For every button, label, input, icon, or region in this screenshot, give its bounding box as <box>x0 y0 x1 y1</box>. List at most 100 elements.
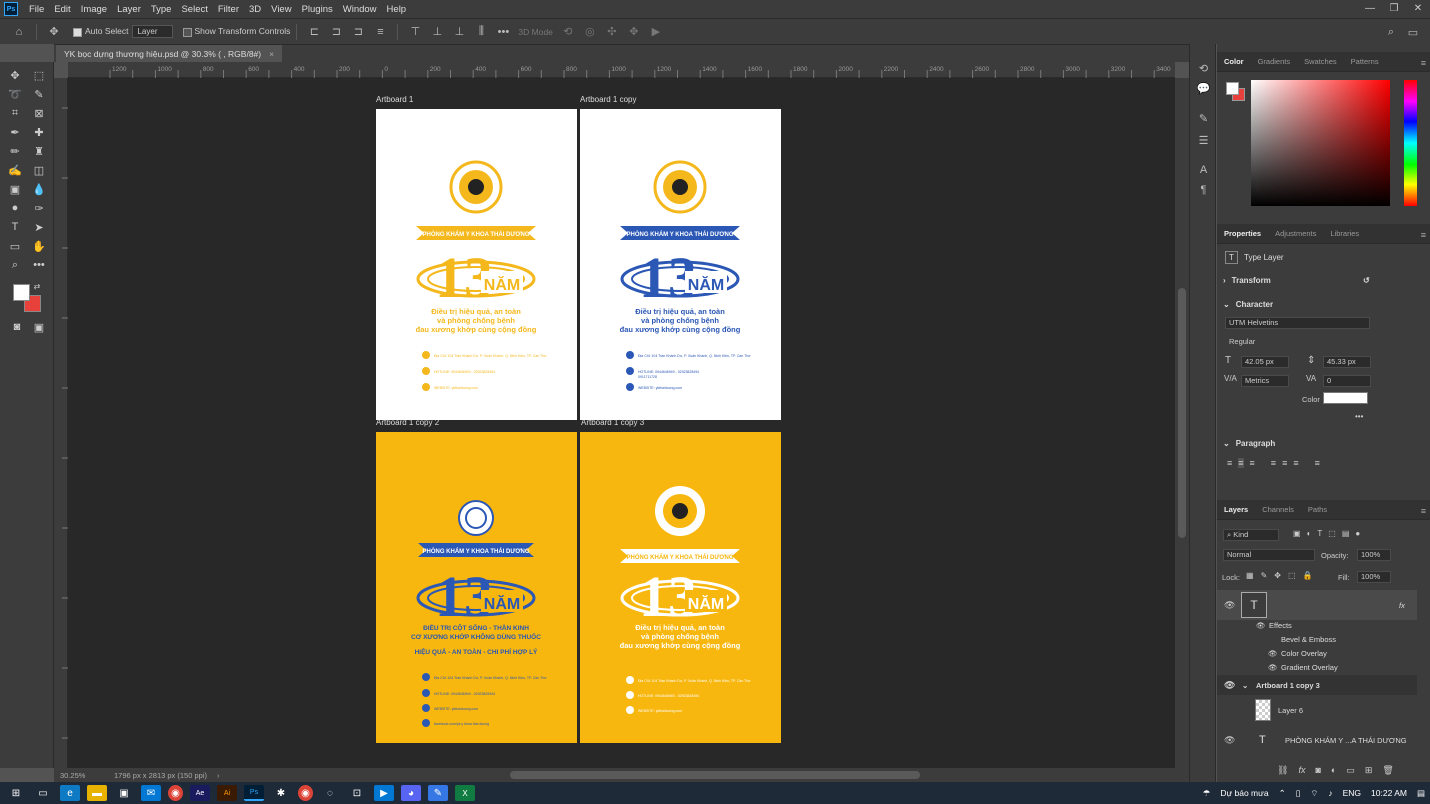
type-tool-icon[interactable]: T <box>5 218 25 236</box>
tab-color[interactable]: Color <box>1217 57 1251 71</box>
filter-toggle-icon[interactable]: ● <box>1355 529 1360 538</box>
vertical-scroll-thumb[interactable] <box>1178 288 1186 538</box>
align-right-text-icon[interactable]: ≡ <box>1250 458 1255 468</box>
tab-libraries[interactable]: Libraries <box>1323 229 1366 243</box>
visibility-eye-icon[interactable]: 👁 <box>1224 735 1235 746</box>
menu-file[interactable]: File <box>24 4 49 15</box>
artboard-1-copy-3[interactable]: PHÒNG KHÁM Y KHOA THÁI DƯƠNG 13 NĂM Điều… <box>580 432 781 743</box>
transform-section[interactable]: › Transform ↺ <box>1223 276 1430 285</box>
layer-6-row[interactable]: Layer 6 <box>1217 697 1417 723</box>
foreground-color-swatch[interactable] <box>13 284 30 301</box>
windows-start-icon[interactable]: ⊞ <box>6 785 26 801</box>
align-vertical-icon[interactable]: ≡ <box>371 23 389 41</box>
blend-mode-select[interactable]: Normal <box>1223 549 1315 561</box>
link-layers-icon[interactable]: ⛓ <box>1277 765 1288 776</box>
artboard-group-row[interactable]: 👁 ⌄ Artboard 1 copy 3 <box>1217 675 1417 695</box>
adjustments-icon[interactable]: ☰ <box>1195 134 1212 149</box>
effects-row[interactable]: 👁 Effects <box>1217 618 1417 632</box>
hand-tool-icon[interactable]: ✋ <box>29 237 49 255</box>
capture-icon[interactable]: ⊡ <box>347 785 367 801</box>
font-family-select[interactable]: UTM Helvetins <box>1225 317 1370 329</box>
justify-all-icon[interactable]: ≡ <box>1315 458 1320 468</box>
menu-window[interactable]: Window <box>338 4 382 15</box>
new-layer-icon[interactable]: ⊞ <box>1365 765 1373 776</box>
discord-icon[interactable]: ◕ <box>401 785 421 801</box>
align-left-text-icon[interactable]: ≡ <box>1227 458 1232 468</box>
distribute-icon[interactable]: ⫼ <box>472 23 490 41</box>
close-window-button[interactable]: ✕ <box>1406 0 1430 18</box>
chevron-down-icon[interactable]: ⌄ <box>1242 681 1248 690</box>
frame-tool-icon[interactable]: ⊠ <box>29 104 49 122</box>
history-icon[interactable]: ⟲ <box>1195 62 1212 77</box>
character-section[interactable]: ⌄ Character <box>1223 300 1430 309</box>
filter-adjustment-icon[interactable]: ◐ <box>1307 529 1312 538</box>
artboard-1-copy[interactable]: PHÒNG KHÁM Y KHOA THÁI DƯƠNG 13 NĂM Điều… <box>580 109 781 420</box>
screen-mode-icon[interactable]: ▣ <box>29 318 49 336</box>
effect-eye-icon[interactable]: 👁 <box>1268 663 1278 672</box>
fx-icon[interactable]: fx <box>1399 601 1405 610</box>
notifications-icon[interactable]: ▤ <box>1417 788 1425 799</box>
hue-slider[interactable] <box>1404 80 1417 206</box>
menu-select[interactable]: Select <box>176 4 212 15</box>
visibility-eye-icon[interactable]: 👁 <box>1224 680 1235 691</box>
lock-position-icon[interactable]: ✥ <box>1274 571 1281 580</box>
character-icon[interactable]: A <box>1195 164 1212 179</box>
tab-patterns[interactable]: Patterns <box>1344 57 1386 71</box>
blur-tool-icon[interactable]: 💧 <box>29 180 49 198</box>
battery-icon[interactable]: ▯ <box>1296 788 1301 799</box>
brush-tool-icon[interactable]: ✏ <box>5 142 25 160</box>
eyedropper-tool-icon[interactable]: ✒ <box>5 123 25 141</box>
file-explorer-icon[interactable]: ▬ <box>87 785 107 801</box>
illustrator-icon[interactable]: Ai <box>217 785 237 801</box>
quick-select-tool-icon[interactable]: ✎ <box>29 85 49 103</box>
new-adjustment-icon[interactable]: ◐ <box>1331 765 1336 776</box>
document-tab[interactable]: YK bọc dựng thương hiệu.psd @ 30.3% ( , … <box>56 45 283 63</box>
delete-layer-icon[interactable]: 🗑 <box>1382 765 1393 776</box>
menu-type[interactable]: Type <box>146 4 177 15</box>
paragraph-section[interactable]: ⌄ Paragraph <box>1223 439 1430 448</box>
workspace-icon[interactable]: ▭ <box>1404 23 1422 41</box>
opacity-field[interactable]: 100% <box>1357 549 1391 561</box>
text-layer-row[interactable]: 👁 T PHÒNG KHÁM Y ...A THÁI DƯƠNG <box>1217 727 1417 753</box>
lock-pixels-icon[interactable]: ✎ <box>1261 571 1268 580</box>
zalo-icon[interactable]: ▶ <box>374 785 394 801</box>
tab-gradients[interactable]: Gradients <box>1251 57 1298 71</box>
effect-eye-icon[interactable]: 👁 <box>1268 649 1278 658</box>
leading-field[interactable]: 45.33 px <box>1323 356 1371 368</box>
tracking-field[interactable]: 0 <box>1323 375 1371 387</box>
chrome-icon[interactable]: ◉ <box>168 785 183 801</box>
add-style-icon[interactable]: fx <box>1298 765 1305 776</box>
lock-all-icon[interactable]: 🔒 <box>1303 571 1313 580</box>
photoshop-taskbar-icon[interactable]: Ps <box>244 785 264 801</box>
crop-tool-icon[interactable]: ⌗ <box>5 104 25 122</box>
menu-layer[interactable]: Layer <box>112 4 146 15</box>
menu-view[interactable]: View <box>266 4 296 15</box>
pan-3d-icon[interactable]: ✣ <box>603 23 621 41</box>
dodge-tool-icon[interactable]: ● <box>5 199 25 217</box>
align-top-icon[interactable]: ⊤ <box>406 23 424 41</box>
add-mask-icon[interactable]: ◙ <box>1315 765 1320 776</box>
brush-settings-icon[interactable]: ✎ <box>1195 112 1212 127</box>
camera-3d-icon[interactable]: ▶ <box>647 23 665 41</box>
swap-colors-icon[interactable]: ⇄ <box>31 280 43 292</box>
chevron-up-icon[interactable]: ⌃ <box>1279 788 1286 799</box>
artboard-1-copy-label[interactable]: Artboard 1 copy <box>580 95 636 104</box>
clock[interactable]: 10:22 AM <box>1371 788 1407 798</box>
align-right-icon[interactable]: ⊐ <box>349 23 367 41</box>
stamp-tool-icon[interactable]: ♜ <box>29 142 49 160</box>
effect-bevel-row[interactable]: Bevel & Emboss <box>1217 632 1417 646</box>
network-icon[interactable]: ⌔ <box>1310 788 1318 799</box>
justify-left-icon[interactable]: ≡ <box>1271 458 1276 468</box>
volume-icon[interactable]: ♪ <box>1328 788 1332 798</box>
menu-3d[interactable]: 3D <box>244 4 266 15</box>
paragraph-icon[interactable]: ¶ <box>1195 184 1212 199</box>
task-view-icon[interactable]: ▭ <box>33 785 53 801</box>
store-icon[interactable]: ▣ <box>114 785 134 801</box>
app-icon[interactable]: ✎ <box>428 785 448 801</box>
lasso-tool-icon[interactable]: ➰ <box>5 85 25 103</box>
eraser-tool-icon[interactable]: ◫ <box>29 161 49 179</box>
tab-channels[interactable]: Channels <box>1255 505 1301 519</box>
comments-icon[interactable]: 💬 <box>1195 82 1212 97</box>
menu-filter[interactable]: Filter <box>213 4 244 15</box>
justify-right-icon[interactable]: ≡ <box>1293 458 1298 468</box>
